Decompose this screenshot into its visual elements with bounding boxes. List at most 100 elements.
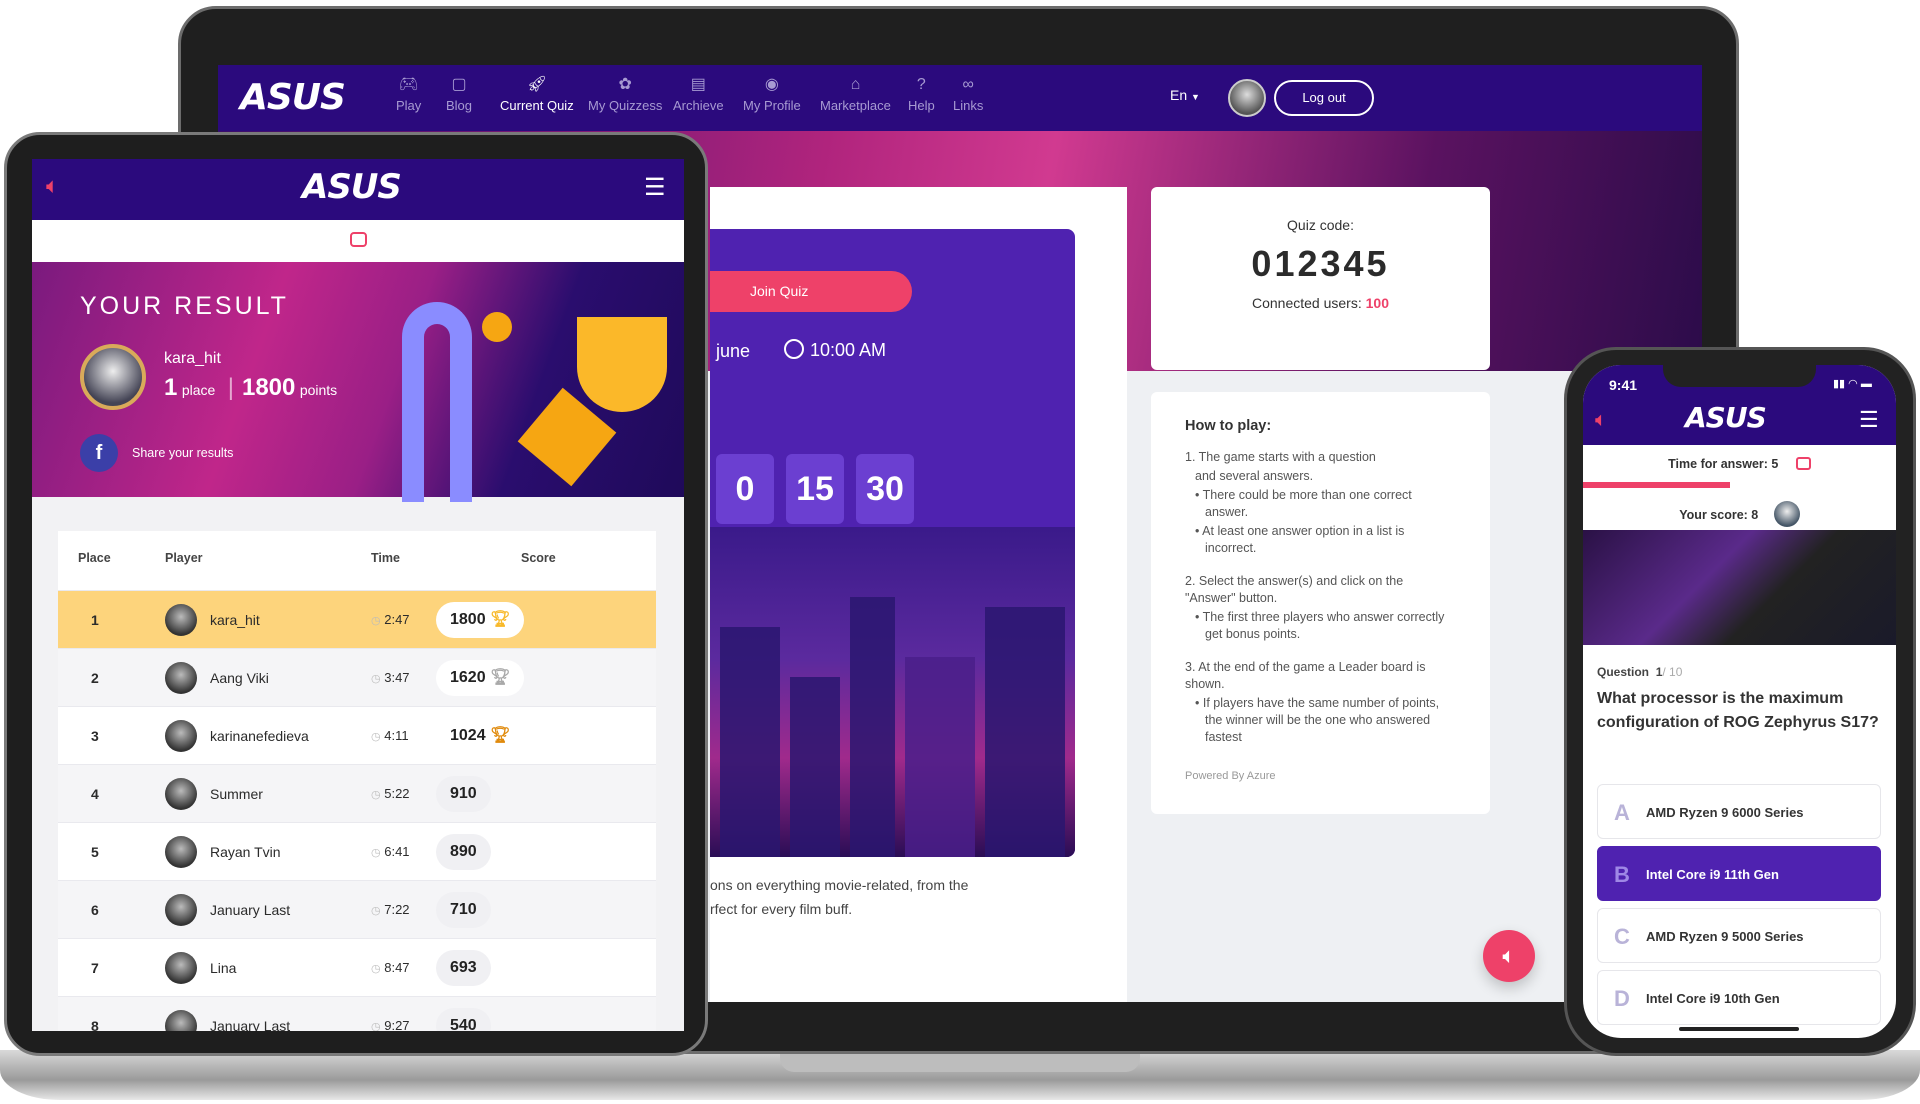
trophy-illustration — [577, 317, 667, 412]
chat-icon[interactable] — [349, 232, 367, 247]
shop-icon: ⌂ — [850, 76, 861, 93]
medal-hand-illustration — [402, 302, 472, 502]
speaker-icon: 🔈︎ — [1502, 943, 1516, 968]
medal-illustration — [482, 312, 512, 342]
avatar — [165, 720, 197, 752]
help-icon: ? — [916, 76, 926, 93]
quiz-code-label: Quiz code: — [1287, 217, 1354, 233]
how-to-play-line: 2. Select the answer(s) and click on the… — [1185, 574, 1404, 605]
nav-item-play[interactable]: 🎮︎ Play — [396, 75, 421, 113]
language-select[interactable]: En ▼ — [1170, 87, 1200, 103]
table-row[interactable]: 2 Aang Viki ◷ 3:47 1620 🏆︎ — [58, 648, 656, 706]
nav-item-my-quizzess[interactable]: ✿ My Quizzess — [588, 75, 662, 113]
chat-bubble-icon: ▢ — [451, 76, 467, 93]
your-score: Your score: 8 — [1583, 501, 1896, 527]
speaker-icon[interactable]: 🔈︎ — [1595, 409, 1607, 432]
answer-option-c[interactable]: C AMD Ryzen 9 5000 Series — [1597, 908, 1881, 963]
chat-icon[interactable] — [1795, 457, 1811, 470]
facebook-icon[interactable]: f — [80, 434, 118, 472]
score-badge: 1800 🏆︎ — [436, 602, 525, 638]
answer-timer-bar — [1583, 482, 1731, 488]
avatar — [165, 604, 197, 636]
how-to-play-card: How to play: 1. The game starts with a q… — [1151, 392, 1490, 814]
how-to-play-line: • At least one answer option in a list i… — [1195, 524, 1405, 555]
clock-icon: ◷ — [371, 789, 381, 801]
countdown-hours: 0 — [716, 454, 774, 524]
clock-icon — [784, 339, 804, 359]
col-header-player: Player — [165, 551, 203, 565]
clock-icon: ◷ — [371, 731, 381, 743]
nav-item-marketplace[interactable]: ⌂ Marketplace — [820, 75, 891, 113]
col-header-time: Time — [371, 551, 400, 565]
asus-logo: ASUS — [1685, 401, 1767, 434]
table-row[interactable]: 3 karinanefedieva ◷ 4:11 1024 🏆︎ — [58, 706, 656, 764]
table-row[interactable]: 4 Summer ◷ 5:22 910 — [58, 764, 656, 822]
answer-option-a[interactable]: A AMD Ryzen 9 6000 Series — [1597, 784, 1881, 839]
tablet-screen: 🔈︎ ASUS ☰ YOUR RESULT kara_hit 1 place |… — [32, 159, 684, 1031]
nav-item-blog[interactable]: ▢ Blog — [446, 75, 472, 113]
nav-item-my-profile[interactable]: ◉ My Profile — [743, 75, 801, 113]
col-header-place: Place — [78, 551, 111, 565]
nav-item-archieve[interactable]: ▤ Archieve — [673, 75, 724, 113]
menu-icon[interactable]: ☰ — [1859, 407, 1879, 433]
how-to-play-title: How to play: — [1185, 418, 1272, 434]
clock-icon: ◷ — [371, 1021, 381, 1031]
menu-icon[interactable]: ☰ — [644, 173, 666, 202]
answer-option-b[interactable]: B Intel Core i9 11th Gen — [1597, 846, 1881, 901]
table-row[interactable]: 1 kara_hit ◷ 2:47 1800 🏆︎ — [58, 590, 656, 648]
clock-icon: ◷ — [371, 847, 381, 859]
how-to-play-line: • There could be more than one correct a… — [1195, 488, 1412, 519]
trophy-icon: 🏆︎ — [490, 669, 511, 686]
status-icons: ▮▮ ◠ ▬ — [1833, 378, 1872, 390]
join-quiz-button[interactable]: Join Quiz — [710, 271, 912, 312]
score-badge: 540 — [436, 1008, 491, 1031]
question-counter: Question 1/ 10 — [1597, 665, 1683, 679]
puzzle-icon: ✿ — [618, 76, 632, 93]
tablet-frame: 🔈︎ ASUS ☰ YOUR RESULT kara_hit 1 place |… — [4, 132, 708, 1056]
answer-option-d[interactable]: D Intel Core i9 10th Gen — [1597, 970, 1881, 1025]
result-stats: 1 place | 1800 points — [164, 374, 338, 401]
avatar — [165, 894, 197, 926]
nav-item-current-quiz[interactable]: 🚀︎ Current Quiz — [500, 75, 574, 113]
chevron-down-icon: ▼ — [1191, 92, 1200, 102]
phone-frame: 9:41 ▮▮ ◠ ▬ 🔈︎ ASUS ☰ Time for answer: 5… — [1564, 347, 1916, 1056]
laptop-hinge — [780, 1052, 1140, 1072]
nav-item-help[interactable]: ? Help — [908, 75, 935, 113]
score-badge: 910 — [436, 776, 491, 812]
avatar — [165, 952, 197, 984]
speaker-icon[interactable]: 🔈︎ — [46, 173, 59, 199]
score-badge: 1620 🏆︎ — [436, 660, 525, 696]
how-to-play-line: • If players have the same number of poi… — [1195, 696, 1440, 744]
chat-strip — [32, 220, 684, 262]
how-to-play-line: 3. At the end of the game a Leader board… — [1185, 660, 1426, 691]
table-row[interactable]: 7 Lina ◷ 8:47 693 — [58, 938, 656, 996]
rocket-icon: 🚀︎ — [526, 76, 547, 93]
clock-icon: ◷ — [371, 905, 381, 917]
share-results-link[interactable]: Share your results — [132, 446, 233, 460]
logout-button[interactable]: Log out — [1274, 80, 1374, 116]
nav-item-links[interactable]: ∞ Links — [953, 75, 983, 113]
quiz-info-panel: Join Quiz june 10:00 AM 0hours15minutes3… — [710, 229, 1075, 857]
top-navbar: ASUS 🎮︎ Play ▢ Blog 🚀︎ Current Quiz ✿ My Quizze… — [218, 65, 1702, 131]
question-text: What processor is the maximum configurat… — [1597, 690, 1879, 731]
avatar — [165, 1010, 197, 1031]
leaderboard-table: Place Player Time Score 1 kara_hit ◷ 2:4… — [58, 531, 656, 1031]
avatar — [165, 778, 197, 810]
home-indicator — [1679, 1027, 1799, 1031]
gamepad-icon: 🎮︎ — [398, 76, 419, 93]
trophy-icon: 🏆︎ — [490, 611, 511, 628]
countdown-minutes: 15 — [786, 454, 844, 524]
time-for-answer: Time for answer: 5 — [1583, 457, 1896, 471]
table-row[interactable]: 6 January Last ◷ 7:22 710 — [58, 880, 656, 938]
laptop-product-image — [1583, 530, 1896, 645]
table-row[interactable]: 8 January Last ◷ 9:27 540 — [58, 996, 656, 1031]
avatar[interactable] — [1228, 79, 1266, 117]
link-icon: ∞ — [962, 76, 974, 93]
table-row[interactable]: 5 Rayan Tvin ◷ 6:41 890 — [58, 822, 656, 880]
how-to-play-line: • The first three players who answer cor… — [1195, 610, 1445, 641]
countdown-seconds: 30 — [856, 454, 914, 524]
sound-button[interactable]: 🔈︎ — [1483, 930, 1535, 982]
powered-by: Powered By Azure — [1185, 770, 1276, 782]
pixel-city-illustration — [710, 527, 1075, 857]
avatar — [1773, 501, 1800, 527]
